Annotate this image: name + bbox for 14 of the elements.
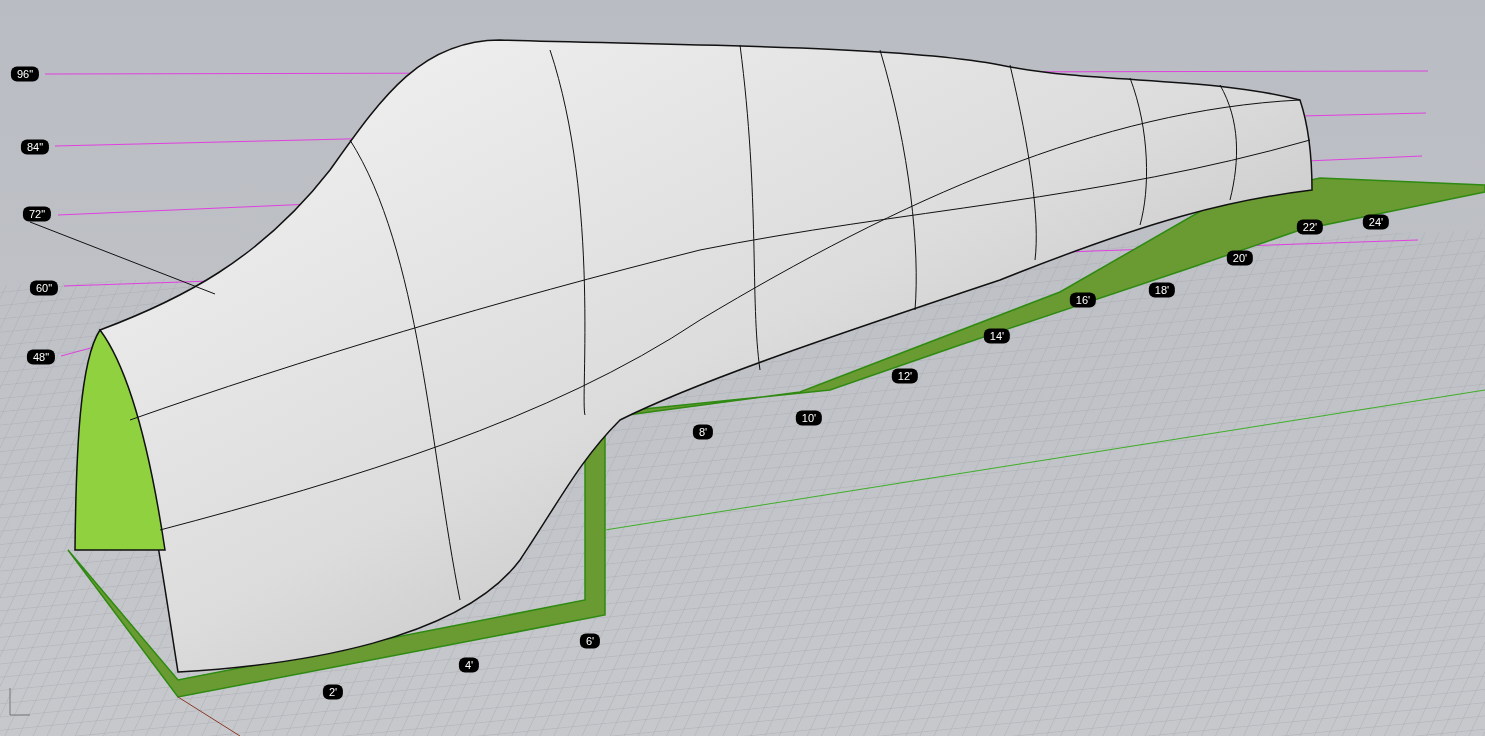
height-label: 60" <box>29 280 59 296</box>
length-label: 10' <box>795 410 823 426</box>
length-label: 16' <box>1069 292 1097 308</box>
height-label: 48" <box>26 349 56 365</box>
length-label: 20' <box>1226 250 1254 266</box>
height-label: 72" <box>22 206 52 222</box>
length-label: 14' <box>983 328 1011 344</box>
length-label: 12' <box>891 368 919 384</box>
axis-icon <box>9 687 31 716</box>
height-label: 96" <box>10 66 40 82</box>
length-label: 18' <box>1148 282 1176 298</box>
height-label: 84" <box>20 139 50 155</box>
length-label: 22' <box>1296 219 1324 235</box>
length-label: 24' <box>1362 214 1390 230</box>
